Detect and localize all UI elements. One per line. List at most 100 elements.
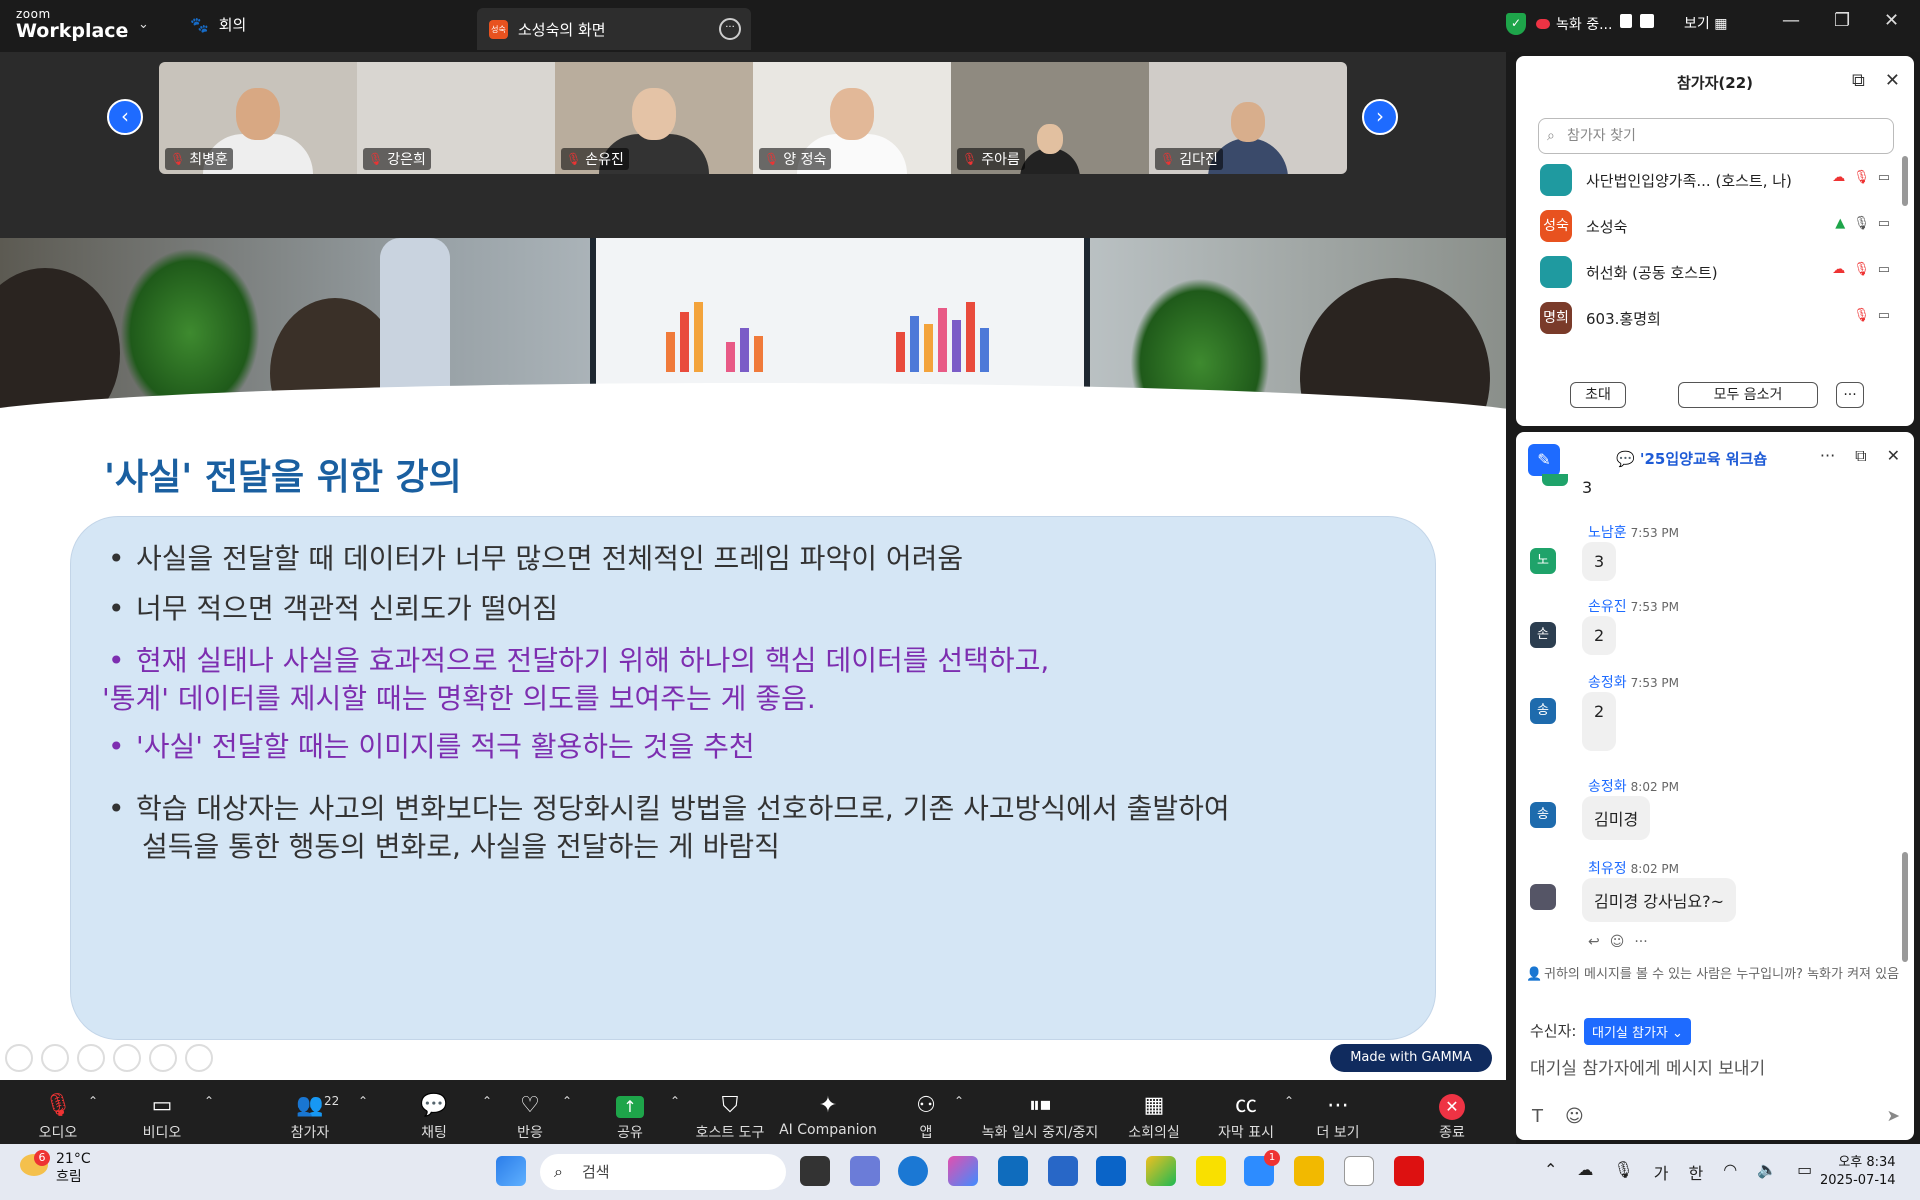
message-text: 김미경 강사님요?~ xyxy=(1582,878,1737,922)
participant-name: 주아름 xyxy=(981,152,1020,168)
video-tile[interactable]: 🎙 최병훈 xyxy=(159,62,357,174)
zoom-icon[interactable] xyxy=(149,1044,177,1072)
m365-icon[interactable] xyxy=(1146,1156,1176,1186)
send-icon[interactable]: ➤ xyxy=(1887,1106,1900,1125)
more-icon[interactable]: ··· xyxy=(1634,934,1647,950)
popout-icon[interactable]: ⧉ xyxy=(1855,446,1866,466)
minimize-icon[interactable]: — xyxy=(1782,10,1800,31)
video-tile[interactable]: 🎙 김다진 xyxy=(1149,62,1347,174)
participant-name: 603.홍명희 xyxy=(1586,309,1661,328)
clock[interactable]: 오후 8:34 2025-07-14 xyxy=(1820,1154,1896,1190)
more-icon[interactable]: ··· xyxy=(1820,446,1835,466)
recording-indicator[interactable]: 녹화 중... xyxy=(1536,14,1612,34)
zoom-logo[interactable]: zoom Workplace xyxy=(16,8,128,41)
invite-button[interactable]: 초대 xyxy=(1570,382,1626,408)
caret-up-icon[interactable]: ⌃ xyxy=(954,1094,964,1108)
folder-icon[interactable] xyxy=(1294,1156,1324,1186)
participant-search-input[interactable]: ⌕ 참가자 찾기 xyxy=(1538,118,1894,154)
video-tile[interactable]: 🎙 강은희 xyxy=(357,62,555,174)
scrollbar[interactable] xyxy=(1902,852,1908,962)
mic-muted-icon: 🎙 xyxy=(962,152,978,166)
ai-companion-label: AI Companion xyxy=(779,1122,877,1138)
pause-icon[interactable] xyxy=(1620,14,1632,28)
restore-icon[interactable]: ❐ xyxy=(1834,10,1850,31)
close-icon[interactable]: ✕ xyxy=(1884,10,1899,31)
mail-icon[interactable] xyxy=(1096,1156,1126,1186)
next-page-button[interactable]: › xyxy=(1362,99,1398,135)
popout-icon[interactable]: ⧉ xyxy=(1852,70,1865,91)
prev-slide-icon[interactable] xyxy=(5,1044,33,1072)
scrollbar[interactable] xyxy=(1902,156,1908,206)
outlook-icon[interactable] xyxy=(998,1156,1028,1186)
snipping-tool-icon[interactable] xyxy=(850,1156,880,1186)
acrobat-icon[interactable] xyxy=(1394,1156,1424,1186)
participant-row[interactable]: 명희 603.홍명희 🎙 ▭ xyxy=(1540,300,1890,336)
logo-brand-bottom: Workplace xyxy=(16,20,129,42)
recipient-dropdown[interactable]: 대기실 참가자 ⌄ xyxy=(1584,1018,1691,1045)
copilot-icon[interactable] xyxy=(948,1156,978,1186)
mic-icon[interactable]: 🎙 xyxy=(1613,1160,1633,1184)
close-icon[interactable]: ✕ xyxy=(1887,446,1900,466)
video-tile[interactable]: 🎙 양 정숙 xyxy=(753,62,951,174)
store-icon[interactable] xyxy=(1048,1156,1078,1186)
chat-title[interactable]: 💬 '25입양교육 워크숍 xyxy=(1616,448,1767,469)
wifi-icon[interactable]: ◠ xyxy=(1723,1160,1737,1184)
font-icon[interactable] xyxy=(1344,1156,1374,1186)
slide-title: '사실' 전달을 위한 강의 xyxy=(104,457,462,498)
participant-row[interactable]: 사단법인입양가족... (호스트, 나) ☁ 🎙 ▭ xyxy=(1540,162,1890,198)
edge-icon[interactable] xyxy=(898,1156,928,1186)
taskbar-search[interactable]: ⌕ 검색 xyxy=(540,1154,786,1190)
more-icon[interactable]: ··· xyxy=(719,18,741,40)
volume-icon[interactable]: 🔈 xyxy=(1757,1160,1777,1184)
apps-button[interactable]: ⚇ 앱 ⌃ xyxy=(866,1092,986,1142)
audio-button[interactable]: 🎙 오디오 ⌃ xyxy=(0,1092,118,1142)
participant-row[interactable]: 성숙 소성숙 ▲ 🎙 ▭ xyxy=(1540,208,1890,244)
next-slide-icon[interactable] xyxy=(41,1044,69,1072)
view-button[interactable]: 보기 ▦ xyxy=(1684,13,1727,33)
caret-up-icon[interactable]: ⌃ xyxy=(204,1094,214,1108)
end-button[interactable]: ✕ 종료 xyxy=(1392,1092,1512,1142)
ime-mode[interactable]: 가 xyxy=(1654,1160,1669,1184)
battery-icon[interactable]: ▭ xyxy=(1797,1160,1812,1184)
more-button[interactable]: ⋯ 더 보기 xyxy=(1278,1092,1398,1142)
zoom-icon[interactable]: 1 xyxy=(1244,1150,1280,1186)
search-icon: ⌕ xyxy=(554,1162,563,1181)
chat-input[interactable]: 대기실 참가자에게 메시지 보내기 xyxy=(1530,1054,1765,1079)
participant-name: 허선화 (공동 호스트) xyxy=(1586,263,1718,282)
caret-up-icon[interactable]: ⌃ xyxy=(88,1094,98,1108)
apps-label: 앱 xyxy=(919,1125,933,1141)
chat-panel: ✎ 💬 '25입양교육 워크숍 ··· ⧉ ✕ 3 노 노남훈 7:53 PM 3 손… xyxy=(1516,432,1914,1140)
compose-icon[interactable]: ✎ xyxy=(1528,444,1560,476)
emoji-icon[interactable]: ☺ xyxy=(1565,1106,1584,1127)
pen-icon[interactable] xyxy=(77,1044,105,1072)
more-icon[interactable] xyxy=(185,1044,213,1072)
close-icon[interactable]: ✕ xyxy=(1885,70,1900,91)
caret-up-icon[interactable]: ⌃ xyxy=(358,1094,368,1108)
shield-icon[interactable]: ✓ xyxy=(1506,13,1526,35)
grid-icon[interactable] xyxy=(113,1044,141,1072)
chevron-up-icon[interactable]: ⌃ xyxy=(1544,1160,1557,1184)
start-icon[interactable] xyxy=(496,1156,526,1186)
kakaotalk-icon[interactable] xyxy=(1196,1156,1226,1186)
tab-screen-share[interactable]: 성숙 소성숙의 화면 ··· xyxy=(477,8,751,50)
video-tile[interactable]: 🎙 손유진 xyxy=(555,62,753,174)
ime-lang[interactable]: 한 xyxy=(1688,1160,1703,1184)
prev-page-button[interactable]: ‹ xyxy=(107,99,143,135)
chevron-down-icon[interactable]: ⌄ xyxy=(138,17,149,32)
camera-icon: ▭ xyxy=(1877,170,1890,185)
text-format-icon[interactable]: T xyxy=(1532,1106,1543,1127)
stop-icon[interactable] xyxy=(1640,14,1654,28)
video-tile[interactable]: 🎙 주아름 xyxy=(951,62,1149,174)
emoji-icon[interactable]: ☺ xyxy=(1610,934,1625,950)
tab-meeting[interactable]: 🐾 회의 xyxy=(190,14,246,35)
participant-row[interactable]: 허선화 (공동 호스트) ☁ 🎙 ▭ xyxy=(1540,254,1890,290)
task-view-icon[interactable] xyxy=(800,1156,830,1186)
record-button[interactable]: ⏸⏹ 녹화 일시 중지/중지 xyxy=(970,1092,1110,1142)
more-button[interactable]: ··· xyxy=(1836,382,1864,408)
gamma-badge[interactable]: Made with GAMMA xyxy=(1330,1044,1492,1072)
mute-all-button[interactable]: 모두 음소거 xyxy=(1678,382,1818,408)
cloud-icon[interactable]: ☁ xyxy=(1577,1160,1593,1184)
video-button[interactable]: ▭ 비디오 ⌃ xyxy=(102,1092,222,1142)
reply-icon[interactable]: ↩ xyxy=(1588,934,1600,950)
participants-button[interactable]: 👥 참가자 22 ⌃ xyxy=(250,1092,370,1142)
